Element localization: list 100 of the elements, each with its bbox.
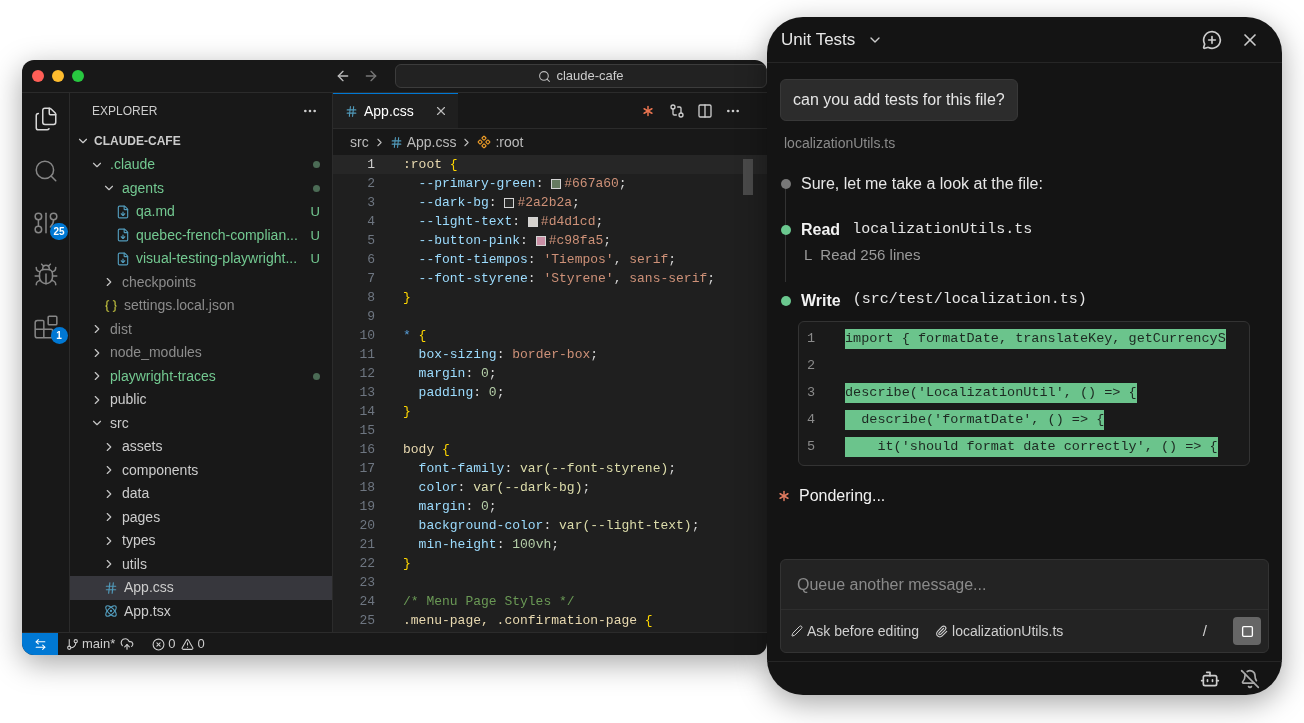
tree-item[interactable]: public	[70, 388, 332, 412]
file-name: App.css	[124, 578, 175, 598]
color-swatch[interactable]	[527, 216, 538, 227]
tree-item[interactable]: .claude	[70, 153, 332, 177]
code-token: #667a60	[564, 174, 619, 193]
code-token: ;	[582, 478, 591, 497]
forward-button[interactable]	[363, 68, 379, 84]
line-number: 1	[806, 329, 817, 348]
line-number: 20	[358, 516, 375, 535]
branch-name[interactable]: main*	[82, 634, 116, 654]
code-token: ,	[613, 269, 623, 288]
tree-item[interactable]: agents	[70, 176, 332, 200]
breadcrumb-item[interactable]: App.css	[406, 131, 457, 153]
message-composer[interactable]: Queue another message... Ask before editing localizationUtils.ts /	[780, 559, 1269, 653]
close-icon[interactable]	[434, 104, 448, 118]
code-token: padding	[417, 383, 474, 402]
command-search-field[interactable]: claude-cafe	[395, 64, 767, 88]
count-badge: 1	[50, 327, 68, 344]
split-editor-icon[interactable]	[697, 102, 713, 119]
tree-item[interactable]: node_modules	[70, 341, 332, 365]
folder-header[interactable]: CLAUDE-CAFE	[70, 129, 332, 153]
code-token: #c98fa5	[548, 231, 604, 250]
bell-off-icon[interactable]	[1240, 668, 1260, 689]
paperclip-icon	[935, 624, 949, 638]
line-number: 5	[366, 231, 375, 250]
slash-command-button[interactable]: /	[1202, 619, 1207, 643]
file-name: public	[110, 390, 148, 410]
close-window-button[interactable]	[32, 70, 44, 82]
tree-item[interactable]: utils	[70, 552, 332, 576]
tree-item[interactable]: data	[70, 482, 332, 506]
context-file[interactable]: localizationUtils.ts	[952, 620, 1064, 642]
breadcrumb-item[interactable]: :root	[495, 131, 524, 153]
scrollbar-thumb[interactable]	[743, 159, 753, 195]
tree-item[interactable]: pages	[70, 505, 332, 529]
code-token: :	[465, 364, 475, 383]
bug-icon[interactable]	[32, 262, 59, 288]
breadcrumb-item[interactable]: src	[350, 131, 369, 153]
line-number: 17	[358, 459, 375, 478]
back-button[interactable]	[335, 68, 351, 84]
line-number: 25	[358, 611, 375, 630]
tree-item[interactable]: checkpoints	[70, 270, 332, 294]
code-token: ;	[496, 383, 505, 402]
tree-item[interactable]: qa.md U	[70, 200, 332, 224]
code-token: 0	[481, 497, 489, 516]
warning-icon	[181, 637, 195, 651]
pen-icon	[791, 625, 803, 637]
code-token: 'Tiempos'	[543, 250, 614, 269]
tree-item[interactable]: settings.local.json	[70, 294, 332, 318]
file-name: utils	[122, 554, 148, 574]
code-token: :	[535, 174, 545, 193]
mode-button[interactable]: Ask before editing	[807, 620, 920, 642]
code-token: min-height	[417, 535, 497, 554]
code-token: background-color	[417, 516, 544, 535]
code-token: margin	[417, 497, 466, 516]
color-swatch[interactable]	[535, 235, 546, 246]
compare-icon[interactable]	[669, 102, 685, 119]
editor-tab[interactable]: App.css	[333, 93, 458, 128]
tree-item[interactable]: components	[70, 458, 332, 482]
code-token: ;	[603, 231, 612, 250]
tree-item[interactable]: quebec-french-complian... U	[70, 223, 332, 247]
color-swatch[interactable]	[504, 197, 515, 208]
cloud-upload-icon[interactable]	[120, 637, 135, 651]
tree-item[interactable]: types	[70, 529, 332, 553]
git-status: U	[310, 226, 320, 245]
color-swatch[interactable]	[551, 178, 562, 189]
tree-item[interactable]: assets	[70, 435, 332, 459]
code-token: ;	[707, 269, 716, 288]
file-name: .claude	[110, 155, 157, 175]
code-token: }	[403, 288, 411, 307]
assistant-text: Sure, let me take a look at the file:	[801, 174, 1043, 194]
code-token: var(--light-text)	[559, 516, 692, 535]
error-count[interactable]: 0	[168, 634, 176, 654]
code-token: :	[488, 193, 498, 212]
blocks-icon[interactable]	[32, 314, 59, 340]
files-icon[interactable]	[32, 106, 59, 132]
line-number: 13	[358, 383, 375, 402]
tree-item[interactable]: visual-testing-playwright... U	[70, 247, 332, 271]
stop-button[interactable]	[1233, 617, 1261, 645]
warning-count[interactable]: 0	[197, 634, 205, 654]
file-name: quebec-french-complian...	[136, 225, 299, 245]
attached-file: localizationUtils.ts	[784, 134, 897, 153]
new-chat-icon[interactable]	[1202, 29, 1222, 50]
symbol-icon	[477, 135, 492, 149]
zoom-window-button[interactable]	[72, 70, 84, 82]
remote-button[interactable]	[22, 633, 58, 655]
minimize-window-button[interactable]	[52, 70, 64, 82]
tree-item[interactable]: App.css	[70, 576, 332, 600]
line-number: 7	[366, 269, 375, 288]
code-editor[interactable]	[333, 155, 767, 632]
line-number: 8	[366, 288, 375, 307]
code-token: {	[418, 326, 427, 345]
tree-item[interactable]: src	[70, 411, 332, 435]
hash-icon	[389, 135, 403, 149]
tree-item[interactable]: App.tsx	[70, 599, 332, 623]
line-number: 23	[358, 573, 375, 592]
tree-item[interactable]: playwright-traces	[70, 364, 332, 388]
chat-title[interactable]: Unit Tests	[781, 26, 856, 53]
tree-item[interactable]: dist	[70, 317, 332, 341]
code-token: ;	[595, 212, 604, 231]
message-input[interactable]: Queue another message...	[781, 560, 1268, 610]
